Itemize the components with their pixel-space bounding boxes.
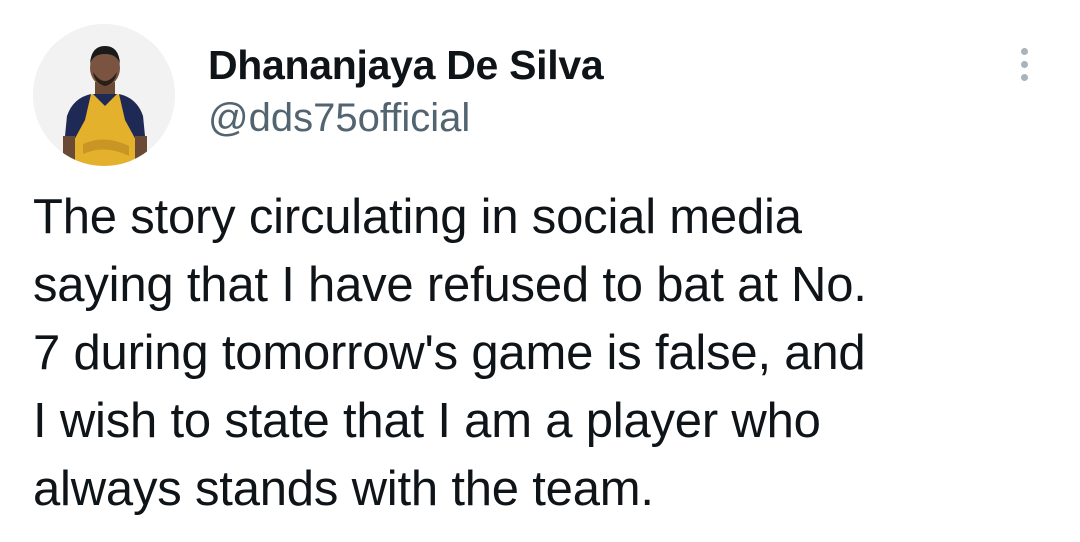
author-name[interactable]: Dhananjaya De Silva [208,40,604,90]
tweet-card: Dhananjaya De Silva @dds75official The s… [0,0,1080,542]
more-options-button[interactable] [1008,44,1042,84]
author-handle[interactable]: @dds75official [208,93,470,143]
author-avatar[interactable] [33,24,175,166]
profile-photo-avatar [33,24,175,166]
tweet-text: The story circulating in social media sa… [33,190,867,516]
